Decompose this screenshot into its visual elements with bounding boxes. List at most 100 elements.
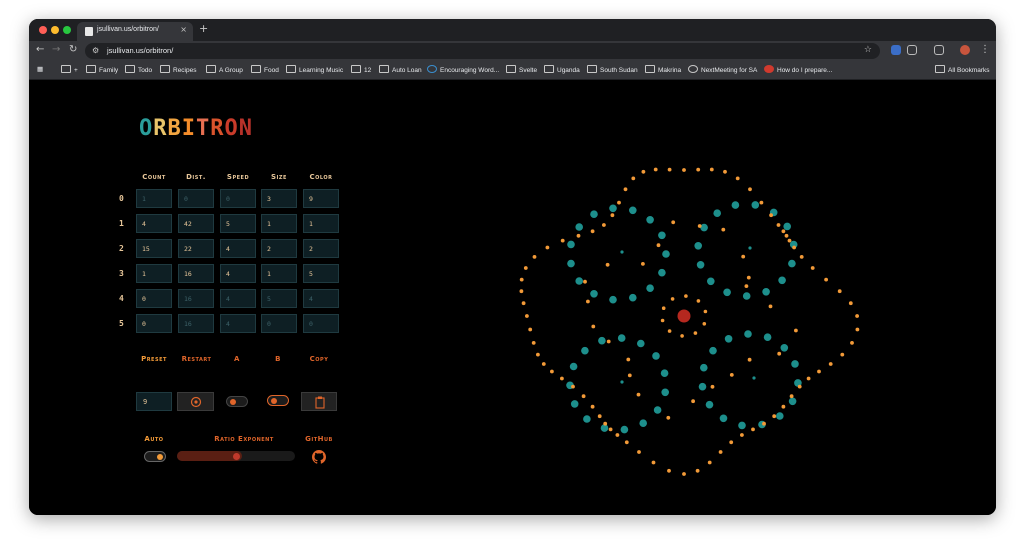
tab-bar: jsullivan.us/orbitron/ × + (29, 19, 996, 41)
menu-icon[interactable]: ⋮ (980, 44, 990, 55)
orbit-particle-orange (667, 167, 672, 172)
orbit-particle-orange (693, 331, 698, 335)
orbit-particle-teal (700, 223, 708, 232)
bookmark-label: Encouraging Word... (440, 67, 500, 74)
forward-icon[interactable]: → (52, 44, 60, 55)
bookmark-label: 12 (364, 67, 372, 74)
orbit-particle-teal (658, 268, 666, 277)
orbit-particle-orange (641, 262, 645, 266)
bookmark-star-icon[interactable]: ☆ (864, 45, 872, 55)
folder-icon (160, 65, 170, 73)
bookmark-item[interactable]: How do I prepare... (764, 65, 832, 74)
bookmark-item[interactable]: NextMeeting for SA (688, 65, 757, 74)
bookmark-item[interactable]: Todo (125, 65, 152, 74)
orbit-particle-orange (626, 357, 631, 362)
orbit-particle-teal (598, 336, 606, 345)
orbit-particle-orange (762, 421, 766, 426)
orbit-particle-orange (787, 238, 792, 243)
orbit-particle-teal (575, 277, 583, 285)
orbit-particle-orange (759, 200, 764, 205)
orbit-particle-orange (855, 314, 859, 318)
orbit-particle-teal (661, 388, 669, 397)
close-window-button[interactable] (39, 26, 47, 34)
orbit-particle-orange (651, 460, 656, 465)
orbit-particle-orange (794, 328, 798, 333)
new-tab-button[interactable]: + (199, 22, 208, 35)
extensions-puzzle-icon[interactable] (907, 45, 917, 55)
orbit-particle-teal (791, 360, 799, 368)
bookmark-item[interactable]: Uganda (544, 65, 580, 74)
minimize-window-button[interactable] (51, 26, 59, 34)
orbit-particle-orange (545, 245, 550, 250)
orbit-particle-teal (662, 250, 670, 258)
orbit-particle-teal (723, 288, 731, 297)
orbit-particle-teal (763, 333, 772, 341)
orbit-center-marker (620, 250, 624, 254)
orbit-particle-teal (653, 406, 662, 414)
orbit-particle-orange (735, 176, 740, 181)
url-text[interactable]: jsullivan.us/orbitron/ (107, 46, 173, 55)
orbit-center-marker (748, 246, 752, 250)
apps-icon[interactable]: ▦ (37, 65, 43, 73)
orbit-particle-orange (624, 440, 629, 445)
orbit-particle-orange (837, 289, 842, 294)
bookmark-item[interactable]: Food (251, 65, 279, 74)
site-icon (764, 65, 774, 73)
bookmark-label: Svelte (519, 67, 538, 74)
orbit-particle-teal (719, 414, 728, 423)
profile-avatar[interactable] (960, 45, 970, 55)
orbit-particle-orange (797, 384, 802, 389)
bookmark-item[interactable]: Svelte (506, 65, 537, 74)
bookmark-item[interactable]: South Sudan (587, 65, 638, 74)
site-info-icon[interactable]: ⚙ (92, 46, 99, 55)
orbit-particle-orange (768, 304, 773, 309)
orbit-particle-orange (653, 167, 658, 172)
bookmark-item[interactable]: Makrina (645, 65, 681, 74)
bookmark-item[interactable]: Encouraging Word... (427, 65, 499, 74)
orbit-particle-teal (738, 421, 746, 430)
folder-icon (587, 65, 597, 73)
address-bar[interactable]: ⚙ jsullivan.us/orbitron/ ☆ (85, 43, 880, 59)
folder-icon (544, 65, 554, 73)
maximize-window-button[interactable] (63, 26, 71, 34)
orbit-particle-orange (631, 176, 636, 181)
reload-icon[interactable]: ↻ (69, 44, 77, 55)
orbit-particle-orange (696, 167, 701, 172)
all-bookmarks-button[interactable]: All Bookmarks (935, 65, 990, 74)
bookmark-item[interactable]: + (61, 65, 78, 74)
orbit-particle-teal (575, 223, 583, 231)
bookmark-item[interactable]: Auto Loan (379, 65, 422, 74)
orbit-particle-orange (781, 229, 786, 234)
tab-close-icon[interactable]: × (180, 25, 187, 34)
bookmark-item[interactable]: Recipes (160, 65, 196, 74)
bookmark-label: Uganda (557, 67, 580, 74)
orbit-particle-orange (532, 255, 537, 259)
orbit-particle-orange (697, 224, 702, 228)
orbit-particle-orange (769, 213, 773, 218)
bookmark-item[interactable]: Family (86, 65, 118, 74)
bookmark-item[interactable]: 12 (351, 65, 371, 74)
browser-window: jsullivan.us/orbitron/ × + ← → ↻ ⚙ jsull… (29, 19, 996, 515)
extension-icon[interactable] (891, 45, 901, 55)
folder-icon (251, 65, 261, 73)
tab-title: jsullivan.us/orbitron/ (97, 26, 159, 33)
orbit-particle-teal (646, 284, 654, 292)
orbit-particle-orange (784, 233, 789, 238)
bookmark-item[interactable]: Learning Music (286, 65, 343, 74)
folder-icon (645, 65, 655, 73)
back-icon[interactable]: ← (36, 44, 44, 55)
orbit-particle-orange (777, 351, 782, 356)
side-panel-icon[interactable] (934, 45, 944, 55)
orbit-particle-orange (525, 314, 529, 318)
browser-tab[interactable]: jsullivan.us/orbitron/ × (77, 22, 193, 41)
orbit-particle-teal (780, 344, 789, 352)
orbit-particle-orange (603, 421, 608, 426)
orbit-particle-teal (705, 400, 714, 409)
bookmark-label: Auto Loan (392, 67, 422, 74)
folder-icon (935, 65, 945, 73)
orbit-particle-orange (751, 427, 755, 432)
orbit-particle-orange (848, 301, 853, 306)
bookmark-item[interactable]: A Group (206, 65, 243, 74)
orbit-particle-teal (776, 412, 784, 420)
orbit-particle-orange (661, 306, 666, 310)
